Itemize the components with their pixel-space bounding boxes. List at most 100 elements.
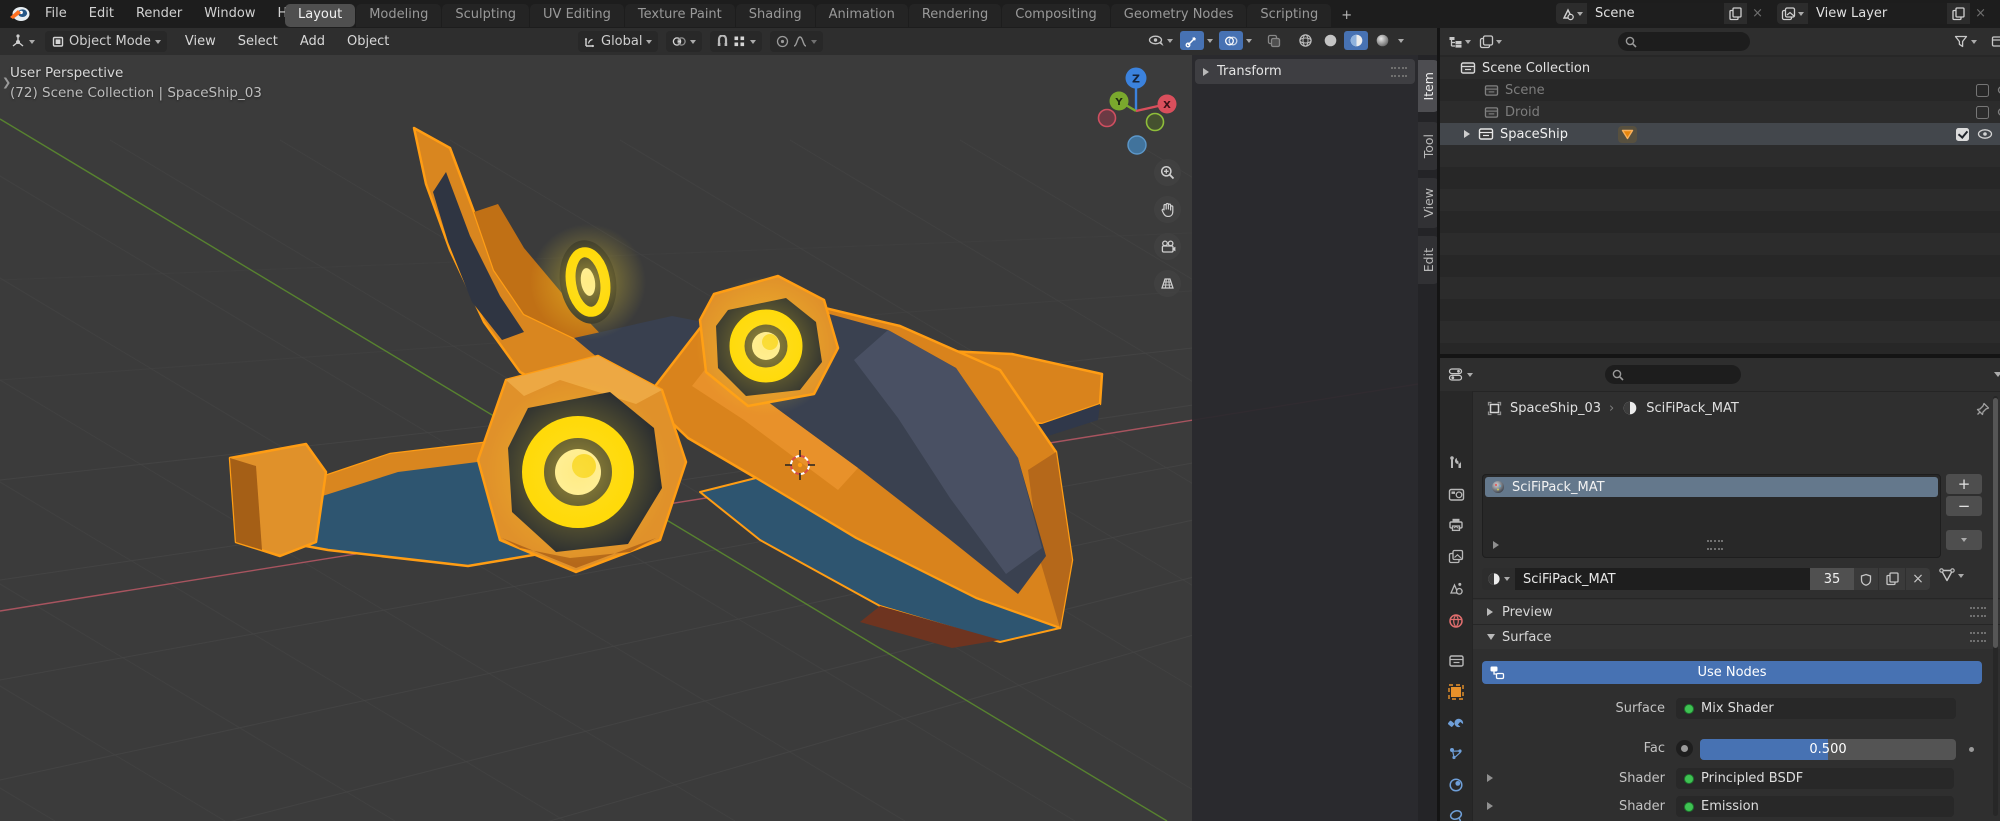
list-resize-grip-icon[interactable]: [1707, 540, 1723, 550]
new-scene-icon[interactable]: [1724, 3, 1747, 24]
workspace-tab-uv-editing[interactable]: UV Editing: [530, 4, 624, 27]
shader-emission-field[interactable]: Emission: [1676, 796, 1954, 817]
tab-world[interactable]: [1442, 607, 1470, 634]
gizmo-dropdown-icon[interactable]: [1207, 39, 1213, 43]
material-nodetree-dropdown[interactable]: [1939, 568, 1964, 583]
new-view-layer-icon[interactable]: [1947, 3, 1970, 24]
workspace-tab-compositing[interactable]: Compositing: [1002, 4, 1110, 27]
sidebar-tab-tool[interactable]: Tool: [1418, 122, 1439, 170]
exclude-checkbox[interactable]: [1976, 84, 1989, 97]
viewport-menu-add[interactable]: Add: [290, 29, 335, 55]
material-users-count[interactable]: 35: [1810, 568, 1854, 590]
workspace-tab-geometry-nodes[interactable]: Geometry Nodes: [1111, 4, 1247, 27]
use-nodes-button[interactable]: Use Nodes: [1482, 661, 1982, 684]
breadcrumb-object-name[interactable]: SpaceShip_03: [1510, 401, 1601, 416]
viewport-menu-view[interactable]: View: [175, 29, 226, 55]
preview-panel-header[interactable]: Preview: [1473, 600, 2000, 624]
editor-type-dropdown[interactable]: [6, 34, 39, 49]
material-slot-specials-button[interactable]: [1946, 530, 1982, 550]
expand-arrow-icon[interactable]: [1487, 802, 1493, 810]
shading-dropdown-icon[interactable]: [1398, 39, 1404, 43]
new-collection-button[interactable]: [1991, 34, 2000, 49]
scene-datablock-icon[interactable]: [1556, 3, 1587, 24]
properties-scrollbar[interactable]: [1993, 396, 1998, 816]
mode-dropdown[interactable]: Object Mode: [45, 31, 167, 52]
properties-editor-type-dropdown[interactable]: [1448, 367, 1473, 382]
pivot-point-dropdown[interactable]: [666, 31, 702, 52]
surface-shader-field[interactable]: Mix Shader: [1676, 698, 1956, 719]
remove-material-slot-button[interactable]: −: [1946, 496, 1982, 516]
sidebar-tab-item[interactable]: Item: [1418, 60, 1439, 112]
toolbar-expand-icon[interactable]: ❯: [2, 76, 11, 89]
fac-slider[interactable]: 0.500: [1700, 739, 1956, 760]
shading-material-preview-button[interactable]: [1344, 31, 1368, 50]
fac-socket-icon[interactable]: [1676, 740, 1693, 757]
tab-collection[interactable]: [1442, 647, 1470, 674]
pan-hand-button[interactable]: [1154, 196, 1181, 223]
outliner-row-scene-collection[interactable]: Scene Collection: [1440, 57, 2000, 79]
navigation-gizmo[interactable]: Z Y X: [1090, 58, 1190, 163]
tab-particles[interactable]: [1442, 740, 1470, 767]
scene-name[interactable]: Scene: [1587, 3, 1724, 24]
browse-material-dropdown[interactable]: [1482, 568, 1515, 590]
workspace-tab-scripting[interactable]: Scripting: [1247, 4, 1331, 27]
menu-file[interactable]: File: [34, 0, 78, 27]
hide-eye-icon[interactable]: [1977, 128, 1993, 140]
pin-icon[interactable]: [1976, 402, 1990, 416]
tab-tool[interactable]: [1442, 449, 1470, 476]
sidebar-tab-view[interactable]: View: [1418, 178, 1439, 228]
blender-logo-icon[interactable]: [9, 4, 31, 24]
shading-rendered-button[interactable]: [1371, 31, 1393, 50]
tab-view-layer[interactable]: [1442, 543, 1470, 570]
menu-render[interactable]: Render: [125, 0, 193, 27]
view-layer-icon[interactable]: [1777, 3, 1808, 24]
remove-view-layer-icon[interactable]: ×: [1970, 3, 1991, 24]
camera-view-button[interactable]: [1154, 233, 1181, 260]
exclude-checkbox[interactable]: [1976, 106, 1989, 119]
perspective-toggle-button[interactable]: [1154, 270, 1181, 297]
tab-modifiers[interactable]: [1442, 709, 1470, 736]
overlays-dropdown-icon[interactable]: [1246, 39, 1252, 43]
tab-scene[interactable]: [1442, 575, 1470, 602]
shading-wireframe-button[interactable]: [1294, 31, 1316, 50]
fake-user-shield-icon[interactable]: [1854, 568, 1878, 590]
zoom-button[interactable]: [1154, 159, 1181, 186]
unlink-material-icon[interactable]: ×: [1906, 568, 1930, 590]
expand-arrow-icon[interactable]: [1487, 774, 1493, 782]
visibility-dropdown[interactable]: [1148, 33, 1173, 48]
outliner-row-spaceship[interactable]: SpaceShip: [1440, 123, 2000, 145]
workspace-tab-texture-paint[interactable]: Texture Paint: [625, 4, 735, 27]
workspace-tab-layout[interactable]: Layout: [285, 4, 355, 27]
shading-solid-button[interactable]: [1319, 31, 1341, 50]
material-name-field[interactable]: SciFiPack_MAT: [1515, 568, 1810, 590]
viewport-menu-object[interactable]: Object: [337, 29, 399, 55]
tab-output[interactable]: [1442, 511, 1470, 538]
workspace-tab-rendering[interactable]: Rendering: [909, 4, 1001, 27]
shader-principled-field[interactable]: Principled BSDF: [1676, 768, 1954, 789]
expand-arrow-icon[interactable]: [1464, 130, 1470, 138]
workspace-tab-sculpting[interactable]: Sculpting: [442, 4, 529, 27]
menu-edit[interactable]: Edit: [78, 0, 125, 27]
outliner-display-mode-dropdown[interactable]: [1448, 35, 1471, 49]
xray-toggle[interactable]: [1263, 31, 1285, 50]
panel-grip-icon[interactable]: [1391, 67, 1407, 77]
outliner-filter-dropdown[interactable]: [1954, 35, 1977, 48]
slot-list-expand-icon[interactable]: [1493, 541, 1499, 549]
outliner-filter-id-dropdown[interactable]: [1479, 35, 1502, 49]
exclude-checkbox[interactable]: [1956, 128, 1969, 141]
show-gizmo-toggle[interactable]: [1180, 31, 1204, 50]
tab-object[interactable]: [1442, 678, 1470, 705]
viewport-menu-select[interactable]: Select: [228, 29, 288, 55]
properties-options-dropdown[interactable]: [1994, 372, 2000, 377]
proportional-edit-controls[interactable]: [770, 31, 823, 52]
workspace-tab-animation[interactable]: Animation: [816, 4, 908, 27]
animate-decorator-icon[interactable]: [1969, 747, 1974, 752]
surface-panel-header[interactable]: Surface: [1473, 625, 2000, 649]
view-layer-name[interactable]: View Layer: [1808, 3, 1947, 24]
tab-constraints[interactable]: [1442, 802, 1470, 821]
transform-orientation-dropdown[interactable]: Global: [578, 31, 658, 52]
outliner-row-droid[interactable]: Droid: [1440, 101, 2000, 123]
show-overlays-toggle[interactable]: [1219, 31, 1243, 50]
add-material-slot-button[interactable]: +: [1946, 474, 1982, 494]
tab-physics[interactable]: [1442, 771, 1470, 798]
